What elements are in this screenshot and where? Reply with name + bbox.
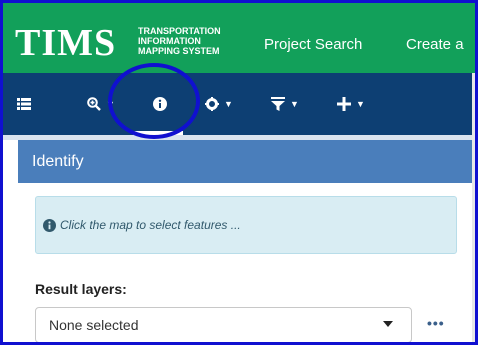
logo-subtitle-line-2: INFORMATION	[138, 36, 201, 46]
highlight-annotation-circle	[108, 63, 200, 139]
identify-hint-text: Click the map to select features ...	[60, 218, 241, 232]
logo-subtitle: TRANSPORTATION INFORMATION MAPPING SYSTE…	[138, 26, 221, 56]
gear-icon	[205, 97, 219, 111]
plus-icon	[337, 97, 351, 111]
app-header: TIMS TRANSPORTATION INFORMATION MAPPING …	[3, 3, 475, 73]
info-icon	[43, 219, 56, 232]
app-window: TIMS TRANSPORTATION INFORMATION MAPPING …	[0, 0, 478, 345]
toolbar-filter-button[interactable]: ▼	[271, 73, 299, 135]
nav-create[interactable]: Create a	[406, 36, 464, 53]
logo-text[interactable]: TIMS	[15, 23, 116, 63]
panel-title: Identify	[18, 140, 472, 183]
list-icon	[17, 98, 31, 110]
logo-subtitle-line-3: MAPPING SYSTEM	[138, 46, 220, 56]
panel-scrollbar[interactable]	[472, 73, 475, 342]
identify-hint-box: Click the map to select features ...	[35, 196, 457, 254]
toolbar-settings-button[interactable]: ▼	[205, 73, 233, 135]
toolbar-layers-button[interactable]	[17, 73, 31, 135]
chevron-down-icon: ▼	[356, 99, 365, 109]
result-layers-value: None selected	[49, 317, 139, 333]
filter-icon	[271, 97, 285, 111]
chevron-down-icon: ▼	[290, 99, 299, 109]
nav-project-search[interactable]: Project Search	[264, 36, 362, 53]
caret-down-icon	[383, 321, 393, 327]
result-layers-select[interactable]: None selected	[35, 307, 412, 342]
toolbar-add-button[interactable]: ▼	[337, 73, 365, 135]
logo-subtitle-line-1: TRANSPORTATION	[138, 26, 221, 36]
chevron-down-icon: ▼	[224, 99, 233, 109]
result-layers-label: Result layers:	[35, 281, 127, 297]
zoom-in-icon	[87, 97, 101, 111]
map-toolbar: ▼ ▼ ▼ ▼	[3, 73, 475, 135]
more-options-button[interactable]: •••	[427, 315, 445, 331]
